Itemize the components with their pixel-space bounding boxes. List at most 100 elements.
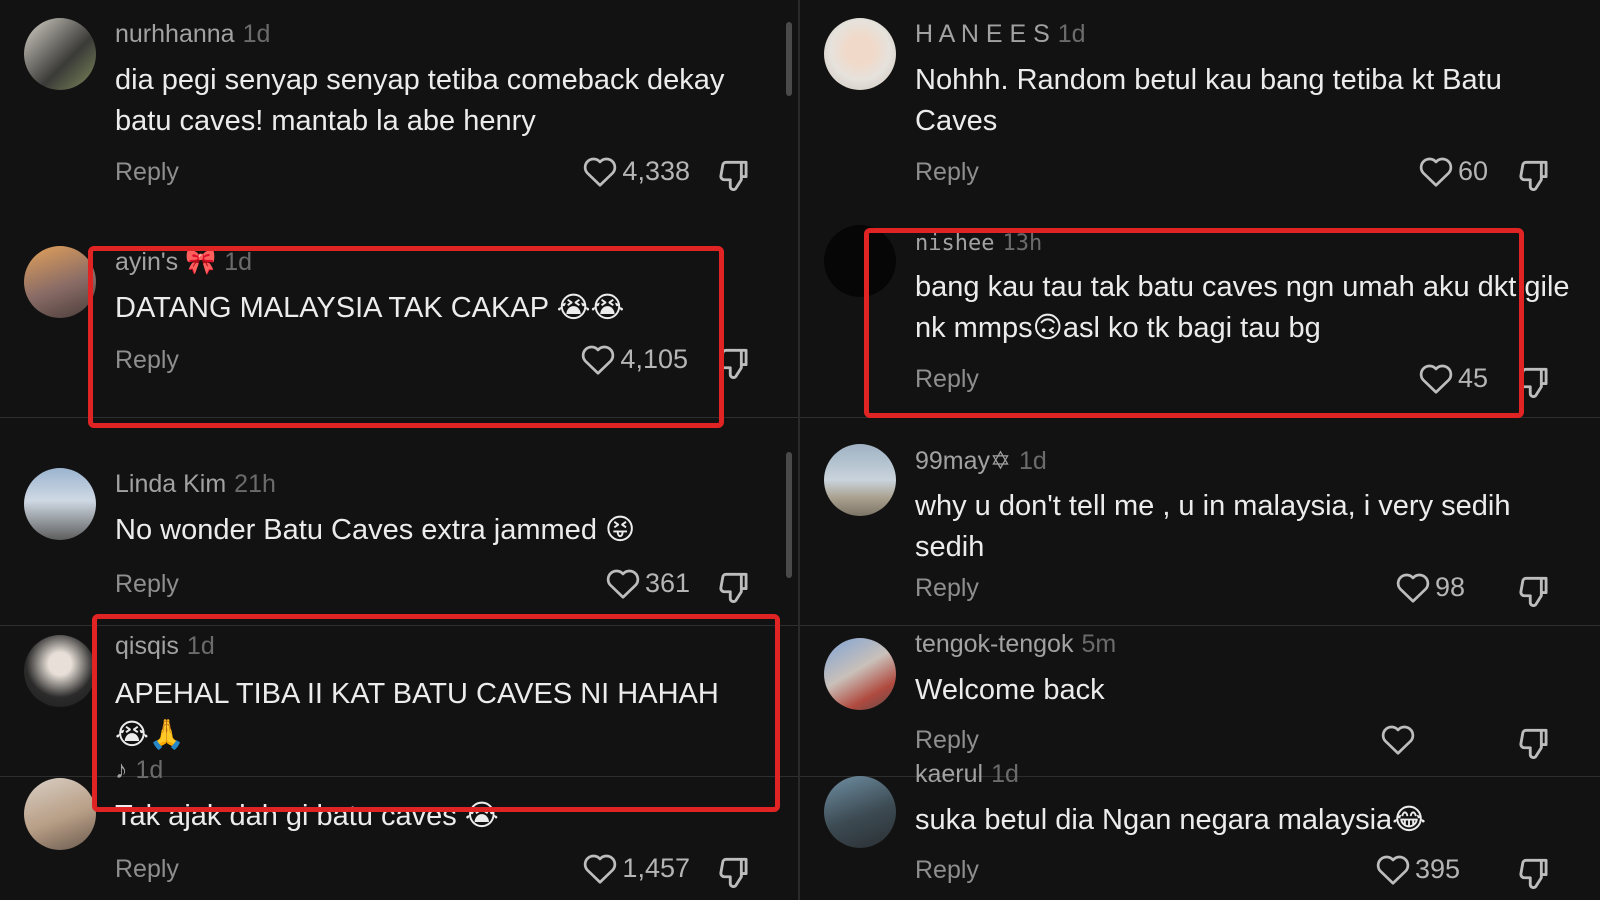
avatar[interactable]	[824, 18, 896, 90]
comment-time: 1d	[1057, 20, 1086, 48]
like-button[interactable]: 361	[605, 566, 690, 600]
comment-username[interactable]: nishee 13h	[915, 231, 1042, 256]
comment-username[interactable]: tengok-tengok 5m	[915, 630, 1116, 659]
row-separator	[800, 625, 1600, 626]
like-count: 60	[1457, 155, 1488, 186]
heart-icon	[1419, 157, 1453, 187]
heart-icon	[584, 157, 617, 187]
comment-username[interactable]: Linda Kim 21h	[115, 470, 276, 499]
like-button[interactable]: 4,338	[582, 154, 690, 188]
comment-username[interactable]: qisqis 1d	[115, 632, 215, 661]
username-text[interactable]: ♪	[115, 756, 128, 784]
heart-icon	[582, 345, 615, 375]
dislike-icon[interactable]	[716, 344, 754, 382]
comment-time: 1d	[1018, 447, 1047, 475]
avatar[interactable]	[24, 246, 96, 318]
heart-icon	[1396, 573, 1430, 603]
comment-item: tengok-tengok 5m Welcome back Reply	[800, 630, 1600, 776]
like-button[interactable]: 45	[1418, 361, 1488, 395]
like-count: 4,105	[620, 343, 688, 374]
comment-text: DATANG MALAYSIA TAK CAKAP 😭😭	[115, 292, 625, 324]
comment-username[interactable]: H A N E E S 1d	[915, 20, 1086, 49]
username-text[interactable]: qisqis	[115, 632, 179, 660]
dislike-icon[interactable]	[1516, 363, 1554, 401]
row-separator	[0, 417, 798, 418]
scrollbar-thumb[interactable]	[786, 452, 792, 578]
comment-text: No wonder Batu Caves extra jammed 😝	[115, 514, 636, 546]
comment-item: kaerul 1d suka betul dia Ngan negara mala…	[800, 760, 1600, 900]
reply-button[interactable]: Reply	[915, 158, 979, 187]
username-text[interactable]: H A N E E S	[915, 20, 1050, 48]
username-text[interactable]: ayin's 🎀	[115, 248, 216, 276]
username-text[interactable]: tengok-tengok	[915, 630, 1073, 658]
comment-username[interactable]: ayin's 🎀 1d	[115, 248, 252, 277]
reply-button[interactable]: Reply	[915, 574, 979, 603]
heart-icon	[606, 569, 640, 599]
username-text[interactable]: Linda Kim	[115, 470, 226, 498]
username-text[interactable]: nishee	[915, 231, 994, 256]
scrollbar-thumb[interactable]	[786, 22, 792, 96]
heart-icon	[1419, 364, 1453, 394]
comment-item: nishee 13h bang kau tau tak batu caves ng…	[800, 225, 1600, 415]
reply-button[interactable]: Reply	[115, 570, 179, 599]
reply-button[interactable]: Reply	[915, 365, 979, 394]
comment-text: Tak ajak dah gi batu caves 😭	[115, 800, 499, 832]
comment-item: ♪ 1d Tak ajak dah gi batu caves 😭 Reply 1…	[0, 756, 798, 900]
comments-panel-left: nurhhanna 1d dia pegi senyap senyap tetib…	[0, 0, 798, 900]
avatar[interactable]	[824, 638, 896, 710]
reply-button[interactable]: Reply	[115, 158, 179, 187]
like-count: 1,457	[622, 852, 690, 883]
reply-button[interactable]: Reply	[915, 726, 979, 755]
avatar[interactable]	[24, 778, 96, 850]
avatar[interactable]	[24, 18, 96, 90]
reply-button[interactable]: Reply	[115, 346, 179, 375]
avatar[interactable]	[824, 444, 896, 516]
like-button[interactable]: 60	[1418, 154, 1488, 188]
comment-item: H A N E E S 1d Nohhh. Random betul kau ba…	[800, 0, 1600, 220]
reply-button[interactable]: Reply	[115, 855, 179, 884]
like-button[interactable]: 395	[1375, 852, 1460, 886]
heart-icon	[1376, 855, 1410, 885]
avatar[interactable]	[24, 635, 96, 707]
avatar[interactable]	[824, 225, 896, 297]
dislike-icon[interactable]	[716, 568, 754, 606]
comment-text: Nohhh. Random betul kau bang tetiba kt B…	[915, 64, 1502, 137]
dislike-icon[interactable]	[1516, 854, 1554, 892]
avatar[interactable]	[24, 468, 96, 540]
comment-time: 5m	[1081, 630, 1117, 658]
comment-text: why u don't tell me , u in malaysia, i v…	[915, 490, 1511, 563]
comment-item: ayin's 🎀 1d DATANG MALAYSIA TAK CAKAP 😭😭 …	[0, 230, 798, 410]
comment-item: nurhhanna 1d dia pegi senyap senyap tetib…	[0, 0, 798, 220]
like-button[interactable]: 98	[1395, 570, 1465, 604]
comment-time: 1d	[242, 20, 271, 48]
comment-username[interactable]: ♪ 1d	[115, 756, 163, 785]
comment-item: Linda Kim 21h No wonder Batu Caves extra …	[0, 440, 798, 620]
comment-username[interactable]: 99may✡ 1d	[915, 446, 1047, 476]
comment-time: 1d	[186, 632, 215, 660]
comment-text: APEHAL TIBA II KAT BATU CAVES NI HAHAH 😭…	[115, 678, 719, 751]
comment-text: dia pegi senyap senyap tetiba comeback d…	[115, 64, 725, 137]
like-count: 361	[644, 567, 690, 598]
dislike-icon[interactable]	[716, 853, 754, 891]
row-separator	[800, 417, 1600, 418]
dislike-icon[interactable]	[716, 156, 754, 194]
like-button[interactable]	[1380, 722, 1420, 756]
like-button[interactable]: 1,457	[582, 851, 690, 885]
comment-username[interactable]: kaerul 1d	[915, 760, 1019, 789]
like-count: 98	[1434, 571, 1465, 602]
dislike-icon[interactable]	[1516, 156, 1554, 194]
comments-panel-right: H A N E E S 1d Nohhh. Random betul kau ba…	[800, 0, 1600, 900]
comment-item: 99may✡ 1d why u don't tell me , u in mala…	[800, 430, 1600, 620]
username-text[interactable]: nurhhanna	[115, 20, 235, 48]
dislike-icon[interactable]	[1516, 572, 1554, 610]
username-text[interactable]: kaerul	[915, 760, 983, 788]
dislike-icon[interactable]	[1516, 724, 1554, 762]
comment-time: 1d	[224, 248, 253, 276]
reply-button[interactable]: Reply	[915, 856, 979, 885]
comment-text: Welcome back	[915, 674, 1105, 706]
avatar[interactable]	[824, 776, 896, 848]
like-button[interactable]: 4,105	[580, 342, 688, 376]
row-separator	[0, 625, 798, 626]
comment-username[interactable]: nurhhanna 1d	[115, 20, 270, 49]
username-text[interactable]: 99may✡	[915, 447, 1011, 475]
